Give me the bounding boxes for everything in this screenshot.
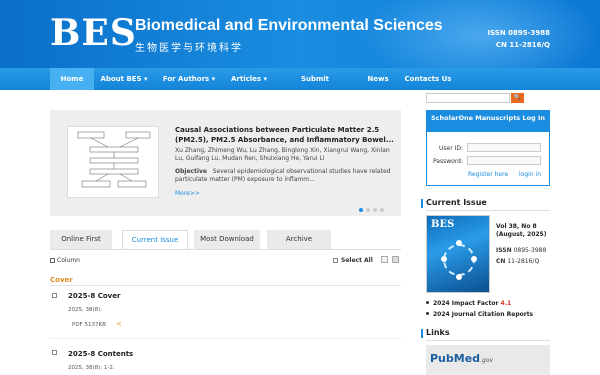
- jcr-link[interactable]: 2024 Journal Citation Reports: [426, 311, 533, 318]
- select-all-checkbox[interactable]: [333, 258, 338, 263]
- cover-dot: [471, 256, 477, 262]
- carousel-dot[interactable]: [380, 208, 384, 212]
- pubmed-gov: .gov: [480, 357, 493, 364]
- tab-divider: [50, 249, 401, 250]
- featured-abstract: Objective Several epidemiological observ…: [175, 168, 395, 184]
- article-title[interactable]: 2025-8 Cover: [68, 292, 120, 300]
- register-link[interactable]: Register here: [468, 171, 508, 178]
- cover-dot: [456, 274, 462, 280]
- carousel-dots: [356, 197, 384, 216]
- impact-value: 4.1: [500, 300, 512, 307]
- cn-value: 11-2816/Q: [507, 258, 540, 265]
- issue-cn: CN 11-2816/Q: [496, 258, 539, 265]
- pdf-link[interactable]: PDF 5137KB: [72, 322, 106, 328]
- item-checkbox[interactable]: [52, 293, 57, 298]
- export-icon[interactable]: [381, 256, 388, 263]
- download-icon[interactable]: [392, 256, 399, 263]
- issue-volume[interactable]: Vol 38, No 8 (August, 2025): [496, 223, 552, 239]
- nav-articles[interactable]: Articles ▾: [224, 68, 274, 90]
- article-meta: 2025, 38(8): 1-2.: [68, 365, 115, 371]
- flowchart-figure: [77, 131, 151, 188]
- share-icon[interactable]: <: [116, 320, 122, 328]
- abstract-text: Several epidemiological observational st…: [175, 168, 391, 183]
- tab-most-download[interactable]: Most Download: [194, 230, 260, 249]
- password-field[interactable]: [467, 156, 541, 165]
- nav-home[interactable]: Home: [50, 68, 94, 90]
- site-logo[interactable]: BES: [50, 12, 137, 54]
- article-title[interactable]: 2025-8 Contents: [68, 350, 133, 358]
- cn-text: CN 11-2816/Q: [495, 41, 550, 49]
- tab-archive[interactable]: Archive: [267, 230, 331, 249]
- more-link[interactable]: More>>: [175, 190, 200, 197]
- impact-label: 2024 Impact Factor: [433, 300, 499, 307]
- main-nav: Home About BES ▾ For Authors ▾ Articles …: [0, 68, 600, 105]
- pubmed-logo: PubMed.gov: [430, 352, 493, 365]
- carousel-dot[interactable]: [373, 208, 377, 212]
- select-all[interactable]: Select All: [333, 257, 373, 264]
- login-link[interactable]: login in: [519, 171, 541, 178]
- site-title: Biomedical and Environmental Sciences: [135, 17, 443, 34]
- nav-for-authors[interactable]: For Authors ▾: [158, 68, 220, 90]
- password-label: Password:: [432, 158, 463, 165]
- featured-figure[interactable]: [67, 126, 159, 198]
- carousel-dot[interactable]: [359, 208, 363, 212]
- site-header: BES Biomedical and Environmental Science…: [0, 0, 600, 68]
- heading-divider: [426, 340, 550, 341]
- cn-label: CN: [496, 258, 506, 265]
- column-button[interactable]: Column: [50, 257, 80, 264]
- tab-online-first[interactable]: Online First: [50, 230, 112, 249]
- column-icon: [50, 258, 55, 263]
- abstract-lead: Objective: [175, 168, 207, 175]
- jcr-label: 2024 Journal Citation Reports: [433, 311, 534, 318]
- cover-logo: BES: [431, 219, 455, 230]
- site-subtitle: 生物医学与环境科学: [135, 43, 243, 54]
- links-heading: Links: [421, 328, 450, 338]
- issue-issn: ISSN 0895-3988: [496, 247, 546, 254]
- impact-factor[interactable]: 2024 Impact Factor 4.1: [426, 300, 511, 307]
- column-label: Column: [57, 257, 80, 264]
- nav-contacts[interactable]: Contacts Us: [400, 68, 456, 90]
- issn-info: ISSN 0895-3988 CN 11-2816/Q: [487, 27, 550, 51]
- bullet-icon: [426, 312, 429, 315]
- scholarone-title: ScholarOne Manuscripts Log In: [427, 111, 549, 132]
- nav-about[interactable]: About BES ▾: [96, 68, 152, 90]
- scholarone-login: ScholarOne Manuscripts Log In User ID: P…: [426, 110, 550, 186]
- tab-current-issue[interactable]: Current Issue: [122, 230, 188, 249]
- featured-authors: Xu Zhang, Zhimeng Wu, Lu Zhang, Binglong…: [175, 147, 390, 162]
- item-checkbox[interactable]: [52, 350, 57, 355]
- issue-cover-image[interactable]: BES: [426, 215, 490, 293]
- search-input[interactable]: [426, 93, 510, 103]
- nav-submit-manuscript[interactable]: Submit Manuscript: [278, 68, 352, 105]
- section-title: Cover: [50, 276, 73, 284]
- nav-news[interactable]: News: [362, 68, 394, 90]
- search-button[interactable]: 🔍: [511, 93, 524, 103]
- article-meta: 2025, 38(8).: [68, 307, 103, 313]
- bullet-icon: [426, 301, 429, 304]
- cover-dot: [456, 240, 462, 246]
- issn-text: ISSN 0895-3988: [487, 29, 550, 37]
- issn-label: ISSN: [496, 247, 512, 254]
- cover-dot: [441, 256, 447, 262]
- featured-article: Causal Associations between Particulate …: [50, 110, 401, 216]
- user-id-label: User ID:: [439, 145, 463, 152]
- carousel-dot[interactable]: [366, 208, 370, 212]
- current-issue-heading: Current Issue: [421, 198, 487, 208]
- select-all-label: Select All: [341, 257, 373, 264]
- heading-divider: [426, 210, 550, 211]
- pubmed-text: PubMed: [430, 352, 481, 365]
- issn-value: 0895-3988: [513, 247, 547, 254]
- featured-title[interactable]: Causal Associations between Particulate …: [175, 125, 395, 145]
- section-divider: [50, 285, 401, 286]
- pubmed-link[interactable]: PubMed.gov: [426, 345, 550, 375]
- user-id-field[interactable]: [467, 143, 541, 152]
- item-divider: [50, 338, 401, 339]
